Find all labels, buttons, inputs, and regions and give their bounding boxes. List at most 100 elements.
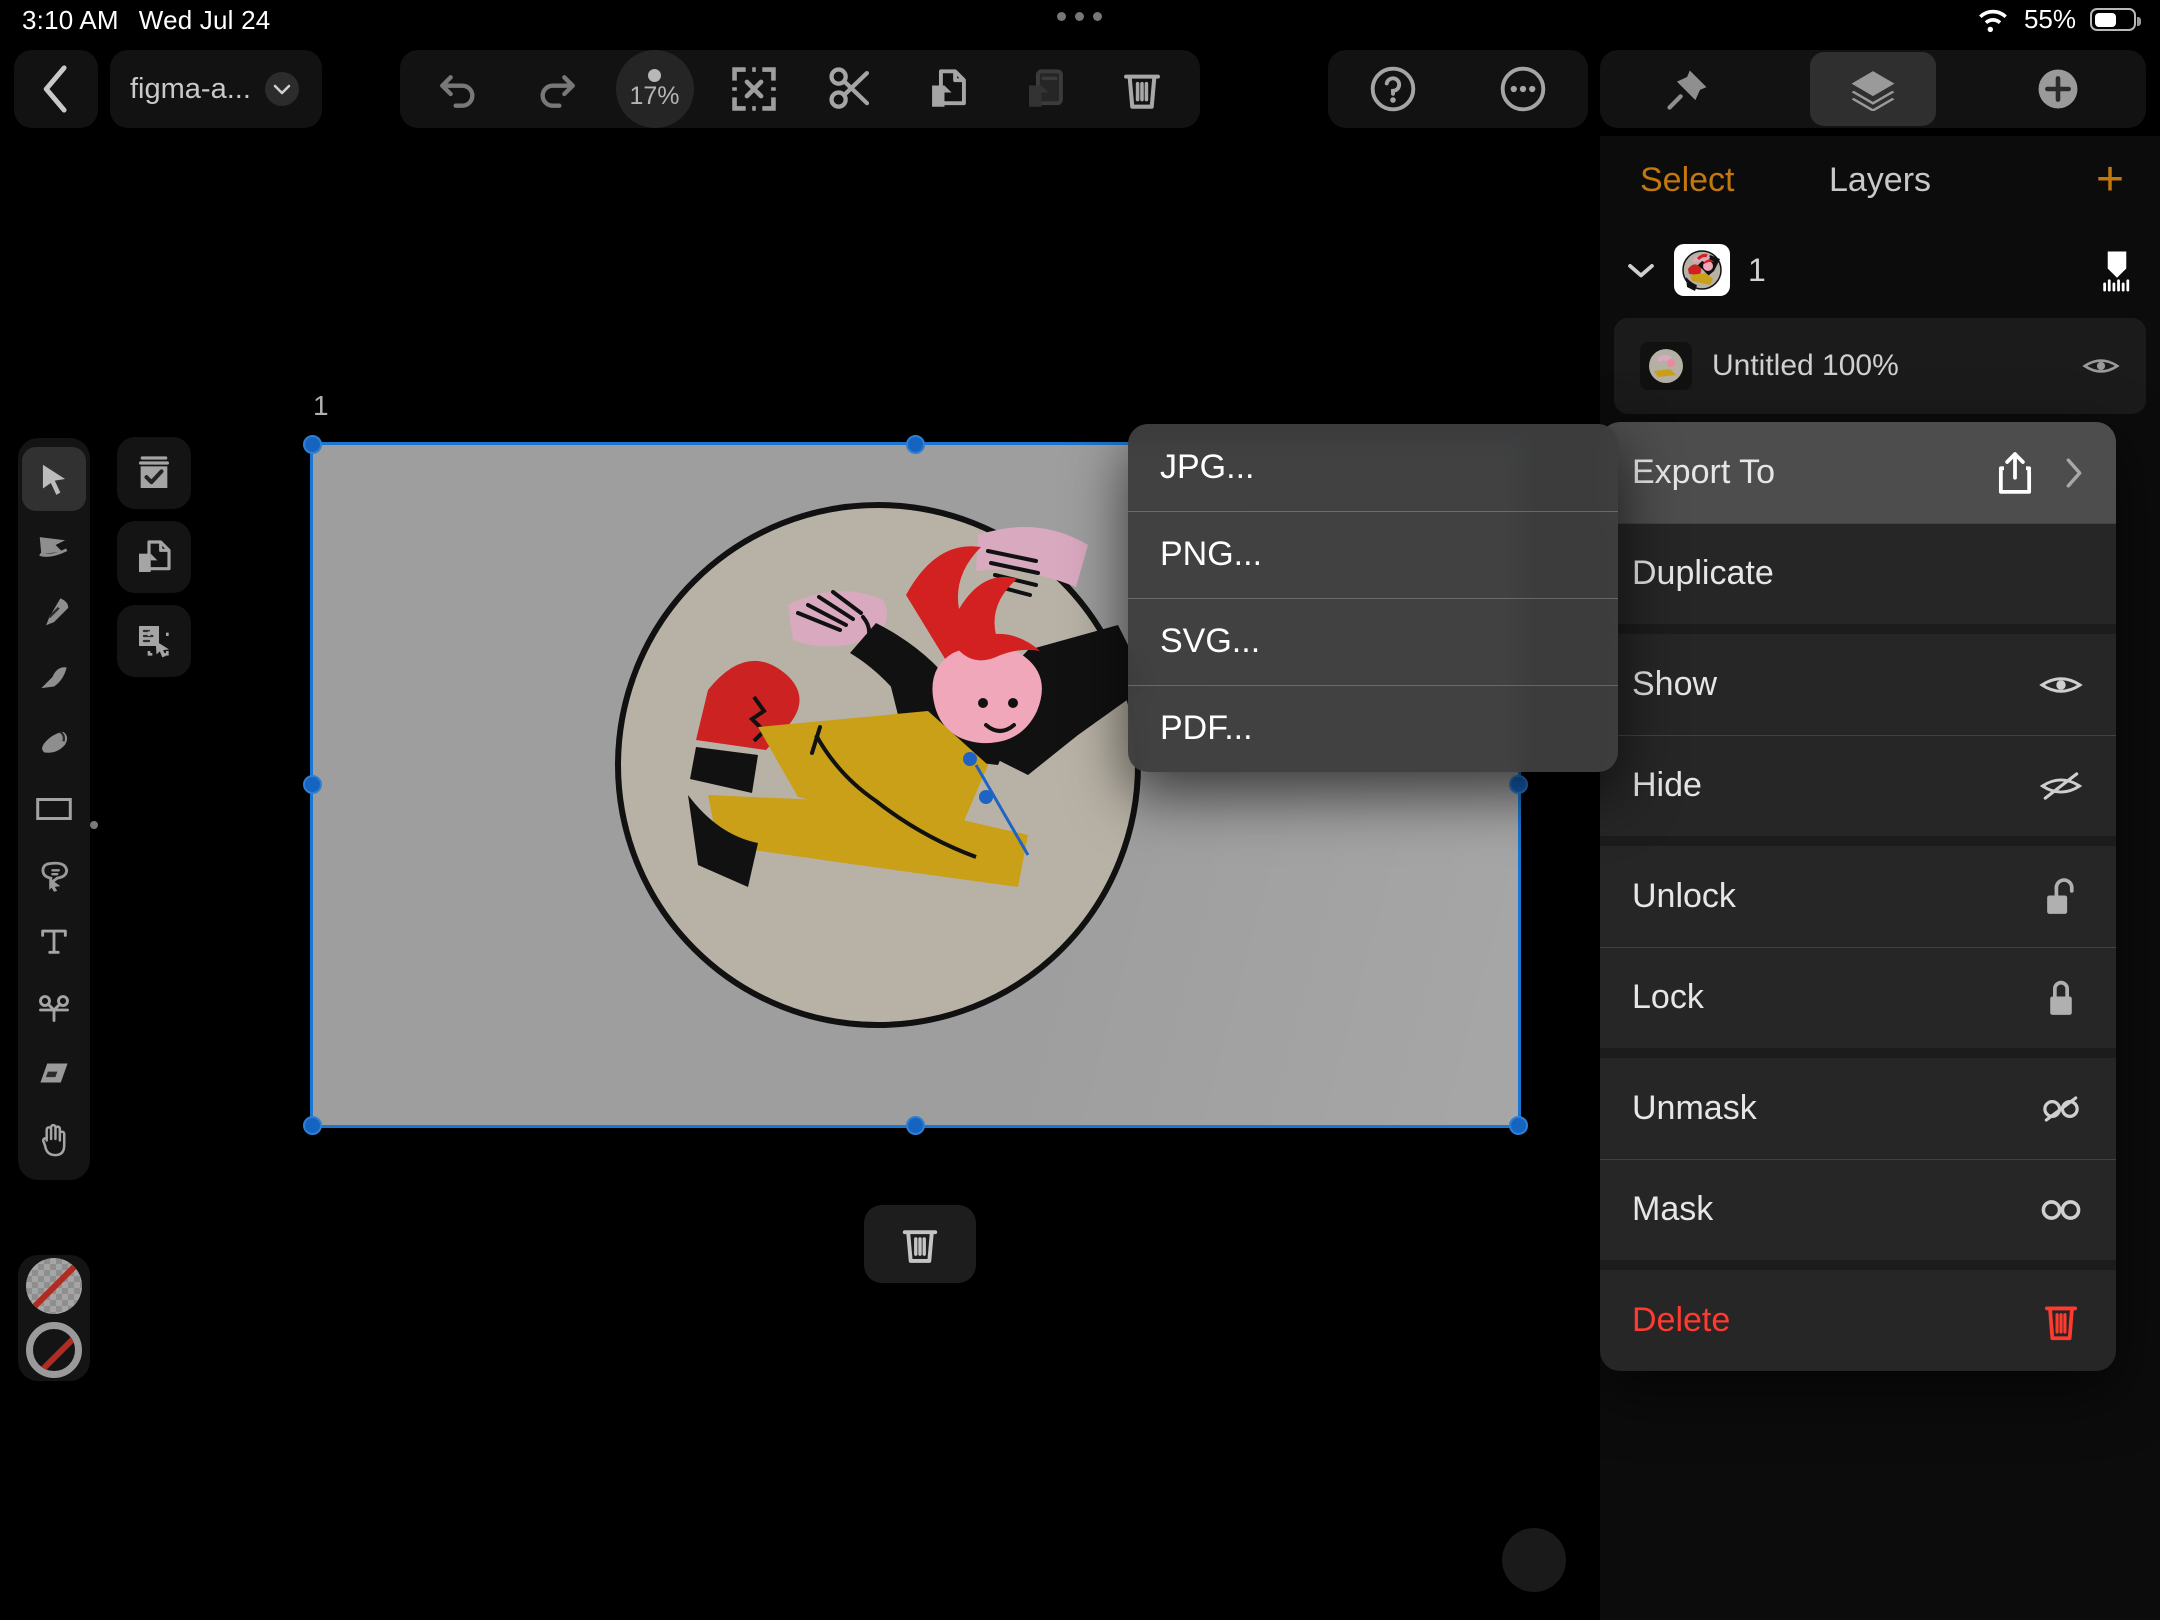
select-tool[interactable] bbox=[22, 447, 86, 511]
help-button[interactable] bbox=[1356, 52, 1430, 126]
fill-color-well[interactable] bbox=[26, 1258, 82, 1314]
node-select-icon bbox=[35, 526, 73, 564]
eraser-tool[interactable] bbox=[22, 1041, 86, 1105]
hand-tool[interactable] bbox=[22, 1107, 86, 1171]
delete-button[interactable] bbox=[1105, 52, 1179, 126]
pen-nib-icon bbox=[35, 592, 73, 630]
redo-button[interactable] bbox=[519, 52, 593, 126]
lock-open-icon bbox=[2038, 877, 2084, 917]
context-menu-item-export-to[interactable]: Export To bbox=[1600, 422, 2116, 523]
undo-button[interactable] bbox=[422, 52, 496, 126]
context-menu-label: Show bbox=[1632, 665, 1718, 703]
pencil-tool[interactable] bbox=[22, 645, 86, 709]
eye-icon bbox=[2038, 671, 2084, 699]
layer-group-row[interactable]: 1 bbox=[1600, 224, 2160, 316]
back-button[interactable] bbox=[14, 50, 98, 128]
ellipsis-circle-icon bbox=[1499, 65, 1547, 113]
help-group bbox=[1328, 50, 1588, 128]
deselect-icon bbox=[731, 66, 777, 112]
context-menu-label: Hide bbox=[1632, 766, 1702, 804]
pen-tool[interactable] bbox=[22, 579, 86, 643]
chevron-down-icon[interactable] bbox=[264, 72, 299, 106]
panel-switch-group bbox=[1600, 50, 2146, 128]
select-all-button[interactable] bbox=[117, 437, 191, 509]
selection-handle-bottom-center[interactable] bbox=[905, 1116, 925, 1135]
edit-actions-group: 17% bbox=[400, 50, 1200, 128]
export-option-jpg[interactable]: JPG... bbox=[1128, 424, 1618, 511]
context-menu-item-unmask[interactable]: Unmask bbox=[1600, 1058, 2116, 1159]
eraser-icon bbox=[35, 1058, 73, 1088]
pin-button[interactable] bbox=[1651, 52, 1725, 126]
sublayer-row[interactable]: Untitled 100% bbox=[1614, 318, 2146, 414]
file-name-button[interactable]: figma-a... bbox=[110, 50, 322, 128]
status-bar-left: 3:10 AM Wed Jul 24 bbox=[22, 5, 270, 36]
context-menu-label: Unmask bbox=[1632, 1089, 1757, 1127]
add-layer-button[interactable] bbox=[2021, 52, 2095, 126]
layers-panel-header: Select Layers + bbox=[1600, 136, 2160, 224]
layer-name-label: 1 bbox=[1748, 251, 1766, 288]
scissors-tool[interactable] bbox=[22, 975, 86, 1039]
home-indicator-dot bbox=[1502, 1528, 1566, 1592]
add-layer-plus-button[interactable]: + bbox=[2096, 156, 2124, 203]
status-bar-right: 55% bbox=[1976, 4, 2141, 35]
secondary-tool-rail bbox=[117, 437, 191, 677]
layer-thumbnail bbox=[1674, 244, 1730, 296]
context-menu-item-show[interactable]: Show bbox=[1600, 634, 2116, 735]
select-similar-button[interactable] bbox=[117, 605, 191, 677]
paste-button[interactable] bbox=[1008, 52, 1082, 126]
eye-icon[interactable] bbox=[2082, 353, 2120, 379]
selection-handle-top-center[interactable] bbox=[905, 435, 925, 454]
cut-button[interactable] bbox=[814, 52, 888, 126]
selection-handle-middle-left[interactable] bbox=[303, 775, 322, 794]
export-option-pdf[interactable]: PDF... bbox=[1128, 685, 1618, 772]
ruler-icon[interactable] bbox=[2100, 248, 2134, 292]
zoom-level-label: 17% bbox=[629, 82, 680, 110]
export-option-label: PDF... bbox=[1160, 709, 1253, 747]
sublayer-name-label: Untitled 100% bbox=[1712, 349, 1899, 382]
copy-pages-icon bbox=[134, 537, 174, 577]
deselect-button[interactable] bbox=[717, 52, 791, 126]
copy-button[interactable] bbox=[911, 52, 985, 126]
hand-icon bbox=[36, 1120, 72, 1158]
context-menu-item-lock[interactable]: Lock bbox=[1600, 947, 2116, 1048]
export-option-svg[interactable]: SVG... bbox=[1128, 598, 1618, 685]
undo-icon bbox=[437, 69, 481, 109]
shape-tool[interactable] bbox=[22, 777, 98, 841]
context-menu-item-hide[interactable]: Hide bbox=[1600, 735, 2116, 836]
context-menu-divider bbox=[1600, 836, 2116, 846]
layers-button[interactable] bbox=[1809, 52, 1936, 126]
context-menu-label: Unlock bbox=[1632, 877, 1736, 915]
context-menu-label: Duplicate bbox=[1632, 554, 1774, 592]
battery-icon bbox=[2090, 8, 2141, 31]
eye-slash-icon bbox=[2038, 771, 2084, 801]
canvas-delete-button[interactable] bbox=[864, 1205, 976, 1283]
text-tool[interactable] bbox=[22, 909, 86, 973]
context-menu-label: Delete bbox=[1632, 1301, 1731, 1339]
node-tool[interactable] bbox=[22, 513, 86, 577]
sublayer-thumbnail bbox=[1640, 342, 1692, 390]
context-menu-item-delete[interactable]: Delete bbox=[1600, 1270, 2116, 1371]
more-button[interactable] bbox=[1486, 52, 1560, 126]
selection-handle-middle-right[interactable] bbox=[1509, 775, 1528, 794]
multitask-handle[interactable] bbox=[1057, 12, 1102, 21]
duplicate-button[interactable] bbox=[117, 521, 191, 593]
export-option-png[interactable]: PNG... bbox=[1128, 511, 1618, 598]
shape-builder-tool[interactable] bbox=[22, 843, 86, 907]
plus-circle-icon bbox=[2035, 66, 2081, 112]
context-menu-item-unlock[interactable]: Unlock bbox=[1600, 846, 2116, 947]
brush-tool[interactable] bbox=[22, 711, 86, 775]
file-name-label: figma-a... bbox=[130, 72, 251, 105]
context-menu-divider bbox=[1600, 1048, 2116, 1058]
selection-handle-bottom-right[interactable] bbox=[1509, 1116, 1528, 1135]
context-menu-label: Export To bbox=[1632, 453, 1776, 491]
rectangle-icon bbox=[35, 795, 73, 823]
stroke-color-well[interactable] bbox=[26, 1322, 82, 1378]
selection-handle-bottom-left[interactable] bbox=[303, 1116, 322, 1135]
zoom-button[interactable]: 17% bbox=[615, 50, 694, 128]
trash-icon bbox=[2038, 1299, 2084, 1343]
selection-handle-top-left[interactable] bbox=[303, 435, 322, 454]
context-menu-item-mask[interactable]: Mask bbox=[1600, 1159, 2116, 1260]
chevron-down-icon[interactable] bbox=[1626, 260, 1656, 280]
text-icon bbox=[37, 924, 71, 958]
context-menu-item-duplicate[interactable]: Duplicate bbox=[1600, 523, 2116, 624]
